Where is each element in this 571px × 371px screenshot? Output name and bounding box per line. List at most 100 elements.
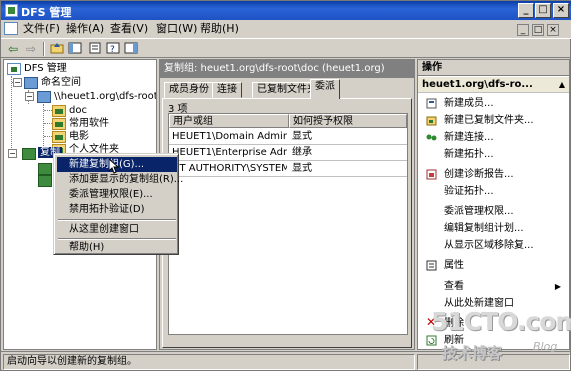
- folder-doc-icon: [52, 105, 66, 117]
- mdi-restore-button[interactable]: □: [532, 24, 544, 36]
- maximize-button[interactable]: □: [535, 3, 551, 18]
- action-label: 新建拓扑...: [444, 149, 494, 160]
- tree-item-folder-doc[interactable]: doc: [69, 104, 87, 118]
- context-item-disable-topology-verification[interactable]: 禁用拓扑验证(D): [57, 202, 177, 217]
- table-row[interactable]: NT AUTHORITY\SYSTEM 显式: [169, 161, 407, 177]
- table-row[interactable]: HEUET1\Domain Admins 显式: [169, 129, 407, 145]
- watermark-51cto: 51CTO.com: [431, 307, 571, 336]
- tab-membership[interactable]: 成员身份: [164, 82, 214, 98]
- action-verify-topology[interactable]: 验证拓扑...: [418, 183, 569, 200]
- context-item-delegate-permissions[interactable]: 委派管理权限(E)...: [57, 187, 177, 202]
- cell-grant: 显式: [292, 163, 312, 174]
- context-item-new-window-from-here[interactable]: 从这里创建窗口: [57, 222, 177, 237]
- namespace-root-icon: [37, 91, 51, 103]
- results-pane: 复制组: heuet1.org\dfs-root\doc (heuet1.org…: [159, 59, 415, 350]
- menu-bar: 文件(F) 操作(A) 查看(V) 窗口(W) 帮助(H) _ □ ×: [1, 20, 571, 38]
- tab-delegation[interactable]: 委派: [310, 79, 340, 99]
- dfs-root-icon: [7, 63, 21, 75]
- watermark-tech-blog: 技术博客: [442, 344, 503, 362]
- action-label: 委派管理权限...: [444, 206, 514, 217]
- context-item-help[interactable]: 帮助(H): [57, 240, 177, 255]
- toolbar: ⇦ ⇨ ?: [1, 38, 571, 58]
- action-label: 查看: [444, 281, 464, 292]
- action-edit-replication-schedule[interactable]: 编辑复制组计划...: [418, 220, 569, 237]
- refresh-icon: [426, 335, 437, 346]
- action-label: 从显示区域移除复...: [444, 240, 534, 251]
- tree-item-namespaces[interactable]: 命名空间: [41, 76, 81, 90]
- action-label: 新建成员...: [444, 98, 494, 109]
- actions-group-title: heuet1.org\dfs-ro...: [422, 79, 533, 90]
- title-bar: DFS 管理 _ □ ×: [1, 1, 571, 20]
- column-header-permission-grant[interactable]: 如何授予权限: [289, 114, 407, 128]
- replication-icon: [22, 148, 36, 160]
- action-label: 新建连接...: [444, 132, 494, 143]
- window-title: DFS 管理: [21, 6, 72, 19]
- show-hide-action-pane-icon[interactable]: [123, 42, 139, 56]
- column-header-user-or-group[interactable]: 用户或组: [169, 114, 289, 128]
- cell-grant: 继承: [292, 147, 312, 158]
- action-new-member[interactable]: 新建成员...: [418, 95, 569, 112]
- up-icon[interactable]: [49, 42, 65, 56]
- menu-action[interactable]: 操作(A): [66, 22, 104, 36]
- folder-software-icon: [52, 118, 66, 130]
- context-menu-separator: [58, 219, 176, 221]
- menu-file[interactable]: 文件(F): [23, 22, 60, 36]
- new-member-icon: [426, 98, 437, 109]
- action-new-connection[interactable]: 新建连接...: [418, 129, 569, 146]
- namespaces-icon: [24, 77, 38, 89]
- replication-group-icon[interactable]: [38, 175, 52, 187]
- properties-icon: [426, 260, 437, 271]
- folder-movies-icon: [52, 131, 66, 143]
- action-properties[interactable]: 属性: [418, 257, 569, 274]
- cell-user: HEUET1\Domain Admins: [172, 131, 287, 142]
- replication-collapse-toggle[interactable]: −: [8, 149, 17, 158]
- mdi-minimize-button[interactable]: _: [517, 24, 529, 36]
- tree-item-namespace-path[interactable]: \\heuet1.org\dfs-root: [54, 90, 156, 104]
- back-icon[interactable]: ⇦: [5, 42, 21, 56]
- mmc-icon[interactable]: [4, 22, 18, 35]
- menu-view[interactable]: 查看(V): [110, 22, 148, 36]
- cell-grant: 显式: [292, 131, 312, 142]
- actions-header: 操作: [418, 60, 569, 76]
- menu-window[interactable]: 窗口(W): [156, 22, 197, 36]
- action-label: 属性: [444, 260, 464, 271]
- action-create-diagnostic-report[interactable]: 创建诊断报告...: [418, 166, 569, 183]
- close-button[interactable]: ×: [553, 3, 569, 18]
- show-hide-tree-icon[interactable]: [67, 42, 83, 56]
- action-label: 验证拓扑...: [444, 186, 494, 197]
- report-icon: [426, 169, 437, 180]
- action-view[interactable]: 查看 ▶: [418, 278, 569, 295]
- minimize-button[interactable]: _: [518, 3, 534, 18]
- collapse-arrow-icon[interactable]: ▲: [559, 77, 565, 93]
- replication-group-icon[interactable]: [38, 163, 52, 175]
- watermark-blog: Blog: [533, 340, 558, 353]
- action-label: 创建诊断报告...: [444, 169, 514, 180]
- action-label: 编辑复制组计划...: [444, 223, 524, 234]
- action-new-replicated-folder[interactable]: 新建已复制文件夹...: [418, 112, 569, 129]
- action-delegate-permissions[interactable]: 委派管理权限...: [418, 203, 569, 220]
- action-remove-from-display[interactable]: 从显示区域移除复...: [418, 237, 569, 254]
- forward-icon[interactable]: ⇨: [23, 42, 39, 56]
- properties-icon[interactable]: [87, 42, 103, 56]
- namespace-collapse-toggle[interactable]: −: [25, 92, 34, 101]
- new-folder-icon: [426, 116, 437, 126]
- dfs-management-window: DFS 管理 _ □ × 文件(F) 操作(A) 查看(V) 窗口(W) 帮助(…: [0, 0, 571, 371]
- context-item-add-replication-group-to-display[interactable]: 添加要显示的复制组(R)...: [57, 172, 183, 187]
- results-pane-title: 复制组: heuet1.org\dfs-root\doc (heuet1.org…: [160, 60, 414, 78]
- namespaces-collapse-toggle[interactable]: −: [13, 78, 22, 87]
- tree-item-folder-movies[interactable]: 电影: [69, 130, 89, 144]
- cell-user: HEUET1\Enterprise Admins: [172, 147, 287, 158]
- dfs-app-icon: [5, 4, 18, 17]
- mdi-close-button[interactable]: ×: [547, 24, 559, 36]
- tab-connections[interactable]: 连接: [212, 82, 242, 98]
- tree-item-folder-software[interactable]: 常用软件: [69, 117, 109, 131]
- action-new-topology[interactable]: 新建拓扑...: [418, 146, 569, 163]
- mdi-controls: _ □ ×: [514, 22, 559, 36]
- table-row[interactable]: HEUET1\Enterprise Admins 继承: [169, 145, 407, 161]
- actions-group-header[interactable]: heuet1.org\dfs-ro... ▲: [418, 77, 569, 93]
- menu-help[interactable]: 帮助(H): [200, 22, 239, 36]
- status-text: 启动向导以创建新的复制组。: [3, 354, 415, 370]
- submenu-arrow-icon: ▶: [554, 282, 561, 291]
- tree-root-dfs-management[interactable]: DFS 管理: [24, 62, 67, 76]
- help-icon[interactable]: ?: [105, 42, 121, 56]
